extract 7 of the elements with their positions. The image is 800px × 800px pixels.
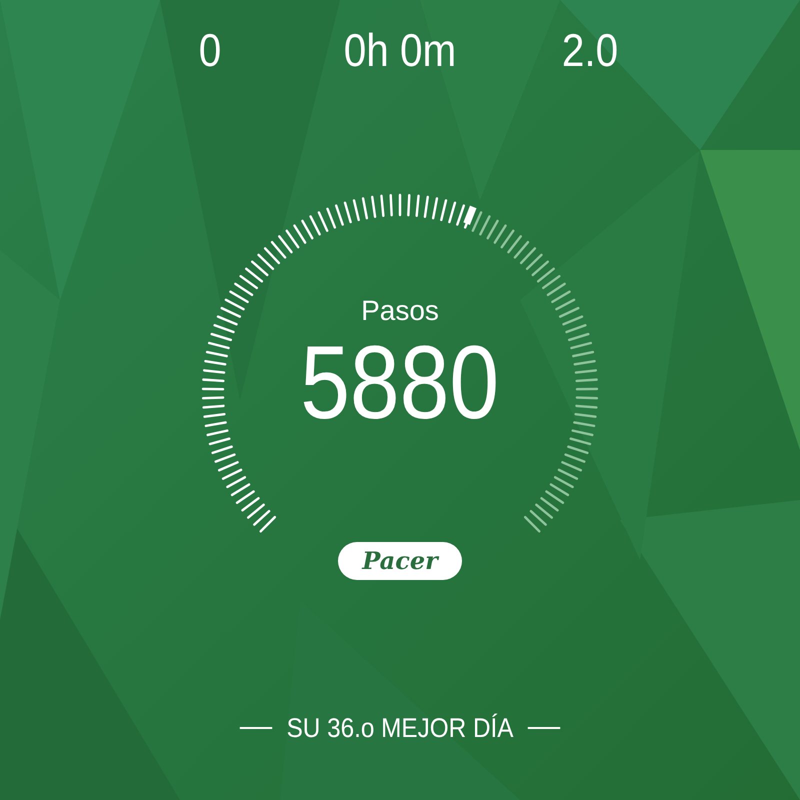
- stat-value: 0: [198, 23, 222, 78]
- best-day-text: SU 36.o MEJOR DÍA: [286, 712, 514, 745]
- stat-value: 0h 0m: [342, 23, 458, 78]
- logo: Pacer: [338, 542, 462, 580]
- steps-label: Pasos: [361, 294, 439, 328]
- stat-value: 2.0: [560, 23, 620, 78]
- step-count: 5880: [300, 328, 500, 438]
